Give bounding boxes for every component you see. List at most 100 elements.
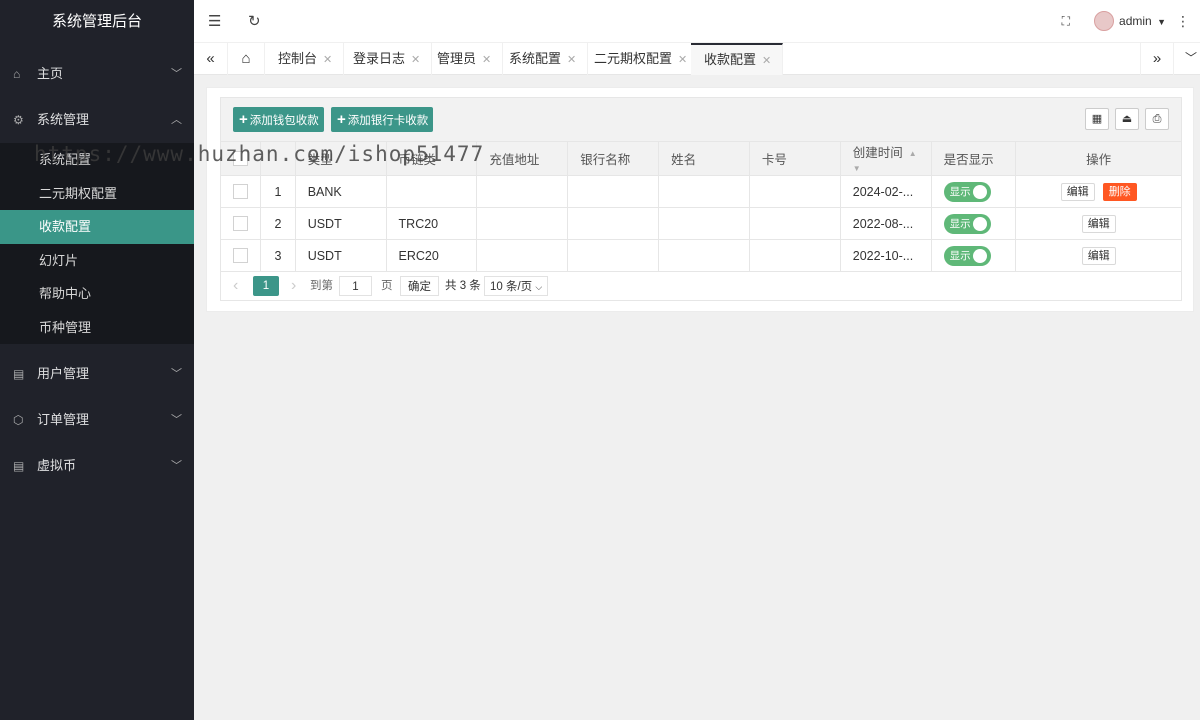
row-checkbox[interactable] — [233, 248, 249, 264]
goto-page-input[interactable]: 1 — [339, 276, 372, 296]
user-menu[interactable]: admin ▼ — [1094, 0, 1166, 43]
column-header[interactable]: 充值地址 — [476, 141, 569, 176]
edit-button[interactable]: 编辑 — [1081, 246, 1116, 265]
close-icon[interactable]: ✕ — [678, 54, 687, 66]
cell-bank — [567, 239, 660, 272]
tab-home-icon[interactable]: ⌂ — [228, 43, 265, 75]
nav-item-label: 用户管理 — [37, 366, 90, 381]
column-header[interactable]: 姓名 — [658, 141, 750, 176]
cell-address — [476, 207, 569, 240]
plus-icon: + — [337, 111, 346, 128]
nav-item-users[interactable]: ▤ 用户管理 ﹀ — [0, 351, 194, 397]
column-header-sortable[interactable]: 创建时间 ▲ ▼ — [839, 141, 932, 176]
print-icon[interactable]: ⎙ — [1145, 108, 1169, 130]
refresh-icon[interactable]: ↻ — [248, 0, 261, 43]
page-number-current[interactable]: 1 — [253, 276, 279, 296]
menu-toggle-icon[interactable]: ☰ — [208, 0, 221, 43]
nav-item-system[interactable]: ⚙ 系统管理 ︿ — [0, 97, 194, 143]
close-icon[interactable]: ✕ — [323, 54, 332, 66]
username: admin — [1119, 14, 1152, 28]
column-header[interactable]: 币链类 — [385, 141, 478, 176]
nav-item-label: 系统管理 — [37, 112, 90, 127]
total-count: 共 3 条 — [445, 280, 481, 292]
column-header[interactable]: 是否显示 — [930, 141, 1017, 176]
tab-login-log[interactable]: 登录日志 ✕ — [340, 43, 433, 75]
nav-item-label: 订单管理 — [37, 412, 90, 427]
show-toggle[interactable]: 显示 — [943, 181, 991, 202]
chevron-down-icon: ﹀ — [171, 414, 182, 426]
subnav-item-system-config[interactable]: 系统配置 — [0, 143, 194, 177]
close-icon[interactable]: ✕ — [567, 54, 576, 66]
tabs-scroll-right-icon[interactable]: » — [1140, 43, 1174, 75]
users-icon: ▤ — [13, 367, 25, 381]
select-all-checkbox[interactable] — [233, 151, 249, 167]
chevron-up-icon: ︿ — [171, 114, 182, 126]
home-icon: ⌂ — [13, 67, 21, 81]
table-row: 3 USDT ERC20 2022-10-... 显示 编辑 — [219, 239, 1182, 272]
nav-item-crypto[interactable]: ▤ 虚拟币 ﹀ — [0, 443, 194, 489]
add-bank-button[interactable]: + 添加银行卡收款 — [331, 107, 434, 132]
top-header: ☰ ↻ ⛶ admin ▼ ⋮ — [194, 0, 1200, 43]
subnav-item-slides[interactable]: 幻灯片 — [0, 244, 194, 278]
column-header[interactable]: 类型 — [294, 141, 387, 176]
subnav-item-currency[interactable]: 币种管理 — [0, 311, 194, 345]
show-toggle[interactable]: 显示 — [943, 213, 991, 234]
columns-icon[interactable]: ▦ — [1085, 108, 1109, 130]
close-icon[interactable]: ✕ — [482, 54, 491, 66]
add-wallet-button[interactable]: + 添加钱包收款 — [233, 107, 324, 132]
show-toggle[interactable]: 显示 — [943, 245, 991, 266]
export-icon[interactable]: ⏏ — [1115, 108, 1139, 130]
edit-button[interactable]: 编辑 — [1081, 214, 1116, 233]
cell-type: USDT — [294, 207, 387, 240]
row-select-cell — [219, 207, 262, 240]
tab-option-config[interactable]: 二元期权配置 ✕ — [581, 43, 700, 75]
tab-payment-config[interactable]: 收款配置 ✕ — [691, 43, 784, 75]
table-header-row: 类型 币链类 充值地址 银行名称 姓名 卡号 创建时间 ▲ ▼ 是否显示 操作 — [219, 141, 1182, 176]
fullscreen-icon[interactable]: ⛶ — [1062, 0, 1070, 43]
page-unit-label: 页 — [381, 280, 393, 292]
goto-confirm-button[interactable]: 确定 — [400, 276, 439, 296]
close-icon[interactable]: ✕ — [762, 55, 771, 67]
tab-system-config[interactable]: 系统配置 ✕ — [496, 43, 589, 75]
chevron-down-icon: ﹀ — [171, 68, 182, 80]
subnav-item-payment-config[interactable]: 收款配置 — [0, 210, 194, 244]
prev-page-icon[interactable]: ‹ — [233, 276, 238, 296]
caret-down-icon: ▼ — [1157, 17, 1166, 27]
tab-console[interactable]: 控制台 ✕ — [265, 43, 345, 75]
page-size-select[interactable]: 10 条/页 ⌵ — [484, 276, 549, 296]
row-index: 1 — [260, 175, 296, 208]
cell-chain: ERC20 — [385, 239, 478, 272]
column-header[interactable]: 银行名称 — [567, 141, 660, 176]
nav-item-orders[interactable]: ⬡ 订单管理 ﹀ — [0, 397, 194, 443]
nav-item-home[interactable]: ⌂ 主页 ﹀ — [0, 51, 194, 97]
column-header[interactable]: 操作 — [1015, 141, 1182, 176]
delete-button[interactable]: 删除 — [1102, 182, 1137, 201]
cell-card — [748, 175, 841, 208]
close-icon[interactable]: ✕ — [411, 54, 420, 66]
tab-admins[interactable]: 管理员 ✕ — [424, 43, 504, 75]
more-vertical-icon[interactable]: ⋮ — [1176, 0, 1190, 43]
chevron-down-icon: ⌵ — [535, 282, 543, 292]
tab-bar: « ⌂ 控制台 ✕ 登录日志 ✕ 管理员 ✕ 系统配置 ✕ 二元期权配置 ✕ 收款配置 ✕ … — [194, 43, 1200, 75]
goto-label: 到第 — [310, 280, 333, 292]
cell-address — [476, 239, 569, 272]
next-page-icon[interactable]: › — [291, 276, 296, 296]
cell-name — [658, 175, 750, 208]
cell-name — [658, 207, 750, 240]
tabs-scroll-left-icon[interactable]: « — [194, 43, 228, 75]
subnav-item-help[interactable]: 帮助中心 — [0, 277, 194, 311]
row-select-cell — [219, 175, 262, 208]
toggle-knob — [972, 248, 987, 263]
subnav-item-option-config[interactable]: 二元期权配置 — [0, 177, 194, 211]
edit-button[interactable]: 编辑 — [1060, 182, 1095, 201]
row-checkbox[interactable] — [233, 216, 249, 232]
cell-card — [748, 207, 841, 240]
nav-item-label: 虚拟币 — [37, 458, 77, 473]
cell-created: 2024-02-... — [839, 175, 932, 208]
select-all-cell — [219, 141, 262, 176]
table-toolbar: + 添加钱包收款 + 添加银行卡收款 ▦ ⏏ ⎙ — [220, 97, 1182, 141]
tabs-menu-icon[interactable]: ﹀ — [1174, 43, 1200, 75]
cell-card — [748, 239, 841, 272]
column-header[interactable]: 卡号 — [748, 141, 841, 176]
row-checkbox[interactable] — [233, 184, 249, 200]
